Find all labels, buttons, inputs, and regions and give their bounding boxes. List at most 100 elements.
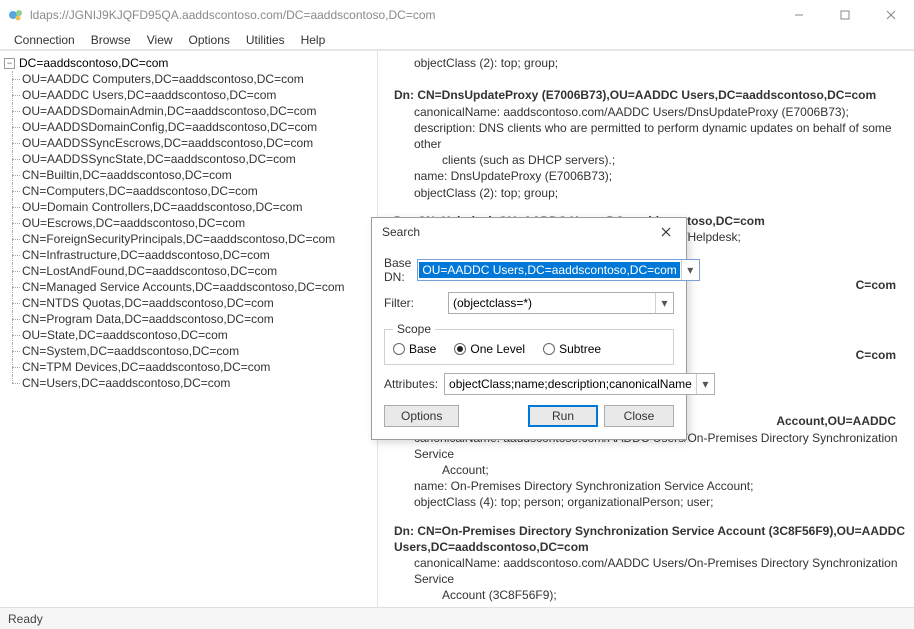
menu-help[interactable]: Help <box>293 31 334 49</box>
tree-item[interactable]: OU=AADDSDomainAdmin,DC=aaddscontoso,DC=c… <box>4 103 377 119</box>
result-attr: objectClass (2): top; group; <box>394 55 906 71</box>
tree-item-label: CN=Computers,DC=aaddscontoso,DC=com <box>22 184 258 198</box>
tree-item[interactable]: OU=AADDC Users,DC=aaddscontoso,DC=com <box>4 87 377 103</box>
run-button[interactable]: Run <box>528 405 598 427</box>
tree-item[interactable]: CN=Program Data,DC=aaddscontoso,DC=com <box>4 311 377 327</box>
dialog-body: Base DN: OU=AADDC Users,DC=aaddscontoso,… <box>372 246 686 439</box>
menubar: Connection Browse View Options Utilities… <box>0 30 914 50</box>
scope-base-radio[interactable]: Base <box>393 342 436 356</box>
scope-base-label: Base <box>409 342 436 356</box>
tree-item[interactable]: OU=State,DC=aaddscontoso,DC=com <box>4 327 377 343</box>
tree-item-label: CN=ForeignSecurityPrincipals,DC=aaddscon… <box>22 232 335 246</box>
result-attr: canonicalName: aaddscontoso.com/AADDC Us… <box>394 104 906 120</box>
tree-root[interactable]: − DC=aaddscontoso,DC=com <box>4 55 377 71</box>
tree-item-label: CN=LostAndFound,DC=aaddscontoso,DC=com <box>22 264 277 278</box>
tree-item[interactable]: CN=ForeignSecurityPrincipals,DC=aaddscon… <box>4 231 377 247</box>
scope-subtree-radio[interactable]: Subtree <box>543 342 601 356</box>
dialog-title-text: Search <box>382 225 652 239</box>
filter-combo[interactable]: (objectclass=*) ▾ <box>448 292 674 314</box>
tree-item[interactable]: CN=Computers,DC=aaddscontoso,DC=com <box>4 183 377 199</box>
statusbar: Ready <box>0 607 914 629</box>
minimize-button[interactable] <box>776 0 822 30</box>
filter-label: Filter: <box>384 296 442 310</box>
result-attr: objectClass (4): top; person; organizati… <box>394 494 906 510</box>
base-dn-label: Base DN: <box>384 256 411 284</box>
scope-subtree-label: Subtree <box>559 342 601 356</box>
tree-root-label: DC=aaddscontoso,DC=com <box>19 56 168 70</box>
tree-item-label: CN=Builtin,DC=aaddscontoso,DC=com <box>22 168 232 182</box>
base-dn-combo[interactable]: OU=AADDC Users,DC=aaddscontoso,DC=com ▾ <box>417 259 699 281</box>
maximize-button[interactable] <box>822 0 868 30</box>
tree-item[interactable]: OU=AADDSDomainConfig,DC=aaddscontoso,DC=… <box>4 119 377 135</box>
menu-connection[interactable]: Connection <box>6 31 83 49</box>
close-button[interactable] <box>868 0 914 30</box>
tree-item-label: CN=Managed Service Accounts,DC=aaddscont… <box>22 280 345 294</box>
tree-item[interactable]: CN=Users,DC=aaddscontoso,DC=com <box>4 375 377 391</box>
tree-item-label: CN=NTDS Quotas,DC=aaddscontoso,DC=com <box>22 296 274 310</box>
tree-item-label: OU=State,DC=aaddscontoso,DC=com <box>22 328 228 342</box>
result-attr: objectClass (2): top; group; <box>394 185 906 201</box>
tree-item-label: OU=AADDSSyncState,DC=aaddscontoso,DC=com <box>22 152 296 166</box>
tree-item-label: CN=TPM Devices,DC=aaddscontoso,DC=com <box>22 360 270 374</box>
tree-item-label: OU=AADDSDomainConfig,DC=aaddscontoso,DC=… <box>22 120 317 134</box>
tree-item[interactable]: CN=LostAndFound,DC=aaddscontoso,DC=com <box>4 263 377 279</box>
attributes-label: Attributes: <box>384 377 438 391</box>
scope-onelevel-label: One Level <box>470 342 525 356</box>
radio-icon <box>454 343 466 355</box>
tree-item-label: OU=AADDSSyncEscrows,DC=aaddscontoso,DC=c… <box>22 136 313 150</box>
window-controls <box>776 0 914 30</box>
result-entry: Dn: CN=On-Premises Directory Synchroniza… <box>394 523 906 607</box>
dialog-titlebar[interactable]: Search <box>372 218 686 246</box>
scope-fieldset: Scope Base One Level Subtree <box>384 322 674 365</box>
window-titlebar: ldaps://JGNIJ9KJQFD95QA.aaddscontoso.com… <box>0 0 914 30</box>
radio-icon <box>543 343 555 355</box>
menu-browse[interactable]: Browse <box>83 31 139 49</box>
tree-item[interactable]: CN=TPM Devices,DC=aaddscontoso,DC=com <box>4 359 377 375</box>
attributes-combo[interactable]: objectClass;name;description;canonicalNa… <box>444 373 715 395</box>
dialog-close-button[interactable] <box>652 221 680 243</box>
base-dn-value: OU=AADDC Users,DC=aaddscontoso,DC=com <box>419 262 679 278</box>
status-text: Ready <box>8 612 43 626</box>
tree-item-label: OU=Domain Controllers,DC=aaddscontoso,DC… <box>22 200 302 214</box>
tree-item-label: CN=System,DC=aaddscontoso,DC=com <box>22 344 239 358</box>
tree-item[interactable]: CN=System,DC=aaddscontoso,DC=com <box>4 343 377 359</box>
scope-legend: Scope <box>393 322 435 336</box>
tree-item-label: OU=Escrows,DC=aaddscontoso,DC=com <box>22 216 245 230</box>
filter-value: (objectclass=*) <box>449 296 655 310</box>
tree-item[interactable]: OU=Escrows,DC=aaddscontoso,DC=com <box>4 215 377 231</box>
scope-onelevel-radio[interactable]: One Level <box>454 342 525 356</box>
menu-utilities[interactable]: Utilities <box>238 31 293 49</box>
dialog-close-action-button[interactable]: Close <box>604 405 674 427</box>
tree-item[interactable]: OU=AADDSSyncState,DC=aaddscontoso,DC=com <box>4 151 377 167</box>
tree-item-label: OU=AADDC Users,DC=aaddscontoso,DC=com <box>22 88 276 102</box>
tree-item[interactable]: CN=Builtin,DC=aaddscontoso,DC=com <box>4 167 377 183</box>
attributes-value: objectClass;name;description;canonicalNa… <box>445 377 696 391</box>
options-button[interactable]: Options <box>384 405 459 427</box>
menu-options[interactable]: Options <box>181 31 238 49</box>
result-attr: name: On-Premises Directory Synchronizat… <box>394 478 906 494</box>
tree-item[interactable]: CN=NTDS Quotas,DC=aaddscontoso,DC=com <box>4 295 377 311</box>
result-entry: canonicalName: aaddscontoso.com/AADDC Us… <box>394 430 906 511</box>
dropdown-icon[interactable]: ▾ <box>655 293 673 313</box>
tree-item-label: CN=Program Data,DC=aaddscontoso,DC=com <box>22 312 274 326</box>
collapse-icon[interactable]: − <box>4 58 15 69</box>
tree-item[interactable]: OU=AADDC Computers,DC=aaddscontoso,DC=co… <box>4 71 377 87</box>
tree-item[interactable]: CN=Managed Service Accounts,DC=aaddscont… <box>4 279 377 295</box>
radio-icon <box>393 343 405 355</box>
app-icon <box>8 7 24 23</box>
result-attr: canonicalName: aaddscontoso.com/AADDC Us… <box>394 555 906 604</box>
tree-item[interactable]: OU=AADDSSyncEscrows,DC=aaddscontoso,DC=c… <box>4 135 377 151</box>
menu-view[interactable]: View <box>139 31 181 49</box>
tree-item[interactable]: OU=Domain Controllers,DC=aaddscontoso,DC… <box>4 199 377 215</box>
tree-item[interactable]: CN=Infrastructure,DC=aaddscontoso,DC=com <box>4 247 377 263</box>
tree-item-label: OU=AADDSDomainAdmin,DC=aaddscontoso,DC=c… <box>22 104 316 118</box>
result-entry: Dn: CN=DnsUpdateProxy (E7006B73),OU=AADD… <box>394 87 906 200</box>
tree-panel[interactable]: − DC=aaddscontoso,DC=com OU=AADDC Comput… <box>0 51 378 607</box>
dropdown-icon[interactable]: ▾ <box>696 374 714 394</box>
result-attr: name: DnsUpdateProxy (E7006B73); <box>394 168 906 184</box>
tree-item-label: CN=Users,DC=aaddscontoso,DC=com <box>22 376 230 390</box>
result-dn: Dn: CN=DnsUpdateProxy (E7006B73),OU=AADD… <box>394 87 906 103</box>
tree-item-label: CN=Infrastructure,DC=aaddscontoso,DC=com <box>22 248 270 262</box>
search-dialog: Search Base DN: OU=AADDC Users,DC=aaddsc… <box>371 217 687 440</box>
dropdown-icon[interactable]: ▾ <box>681 260 699 280</box>
